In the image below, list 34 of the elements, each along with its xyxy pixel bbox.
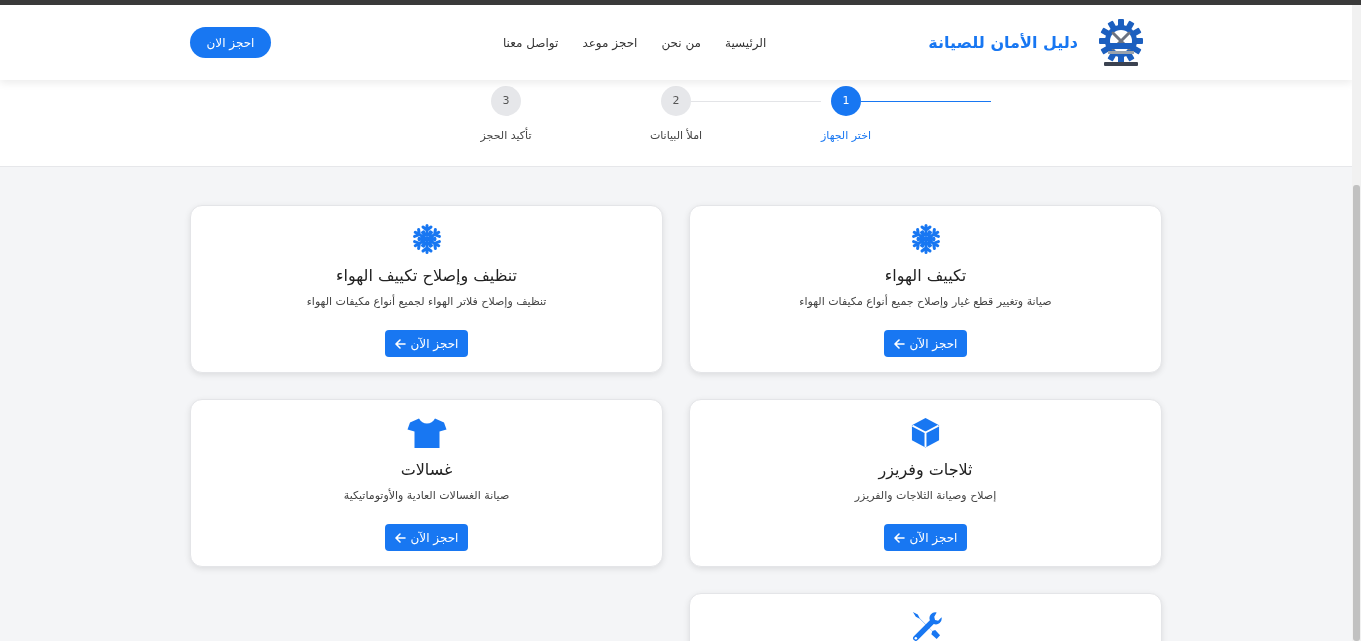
step-number[interactable]: 3 [491, 86, 521, 116]
service-description: صيانة الغسالات العادية والأوتوماتيكية [343, 487, 510, 504]
service-description: تنظيف وإصلاح فلاتر الهواء لجميع أنواع مكيفات الهواء [306, 293, 547, 310]
scrollbar-thumb[interactable] [1353, 185, 1360, 641]
book-now-button[interactable]: احجز الان [190, 27, 271, 58]
shirt-icon [406, 417, 447, 449]
arrow-left-icon [394, 338, 406, 349]
service-title: تنظيف وإصلاح تكييف الهواء [335, 265, 518, 288]
snowflake-icon [412, 223, 441, 255]
nav-link[interactable]: من نحن [661, 33, 702, 52]
service-description: صيانة وتغيير قطع غيار وإصلاح جميع أنواع مكيفات الهواء [799, 293, 1052, 310]
service-title: ثلاجات وفريزر [878, 459, 973, 482]
arrow-left-icon [893, 338, 905, 349]
brand-name[interactable]: دليل الأمان للصيانة [928, 30, 1078, 55]
service-title: غسالات [400, 459, 453, 481]
step-label: املأ البيانات [649, 128, 703, 144]
nav-link[interactable]: الرئيسية [725, 33, 767, 52]
step-number[interactable]: 2 [661, 86, 691, 116]
cube-icon [910, 417, 941, 449]
book-button[interactable]: احجز الآن [384, 330, 469, 357]
scrollbar[interactable] [1352, 5, 1361, 641]
nav-link[interactable]: احجز موعد [582, 33, 638, 52]
book-button[interactable]: احجز الآن [883, 524, 968, 551]
arrow-left-icon [893, 532, 905, 543]
book-button[interactable]: احجز الآن [883, 330, 968, 357]
snowflake-icon [911, 223, 940, 255]
arrow-left-icon [394, 532, 406, 543]
service-title: تكييف الهواء [884, 265, 967, 288]
service-description: إصلاح وصيانة الثلاجات والفريزر [854, 488, 997, 504]
nav-link[interactable]: تواصل معنا [502, 33, 559, 52]
book-button[interactable]: احجز الآن [384, 524, 469, 551]
step-number[interactable]: 1 [831, 86, 861, 116]
step-label: تأكيد الحجز [480, 128, 532, 144]
step-label: اختر الجهاز [821, 128, 871, 144]
